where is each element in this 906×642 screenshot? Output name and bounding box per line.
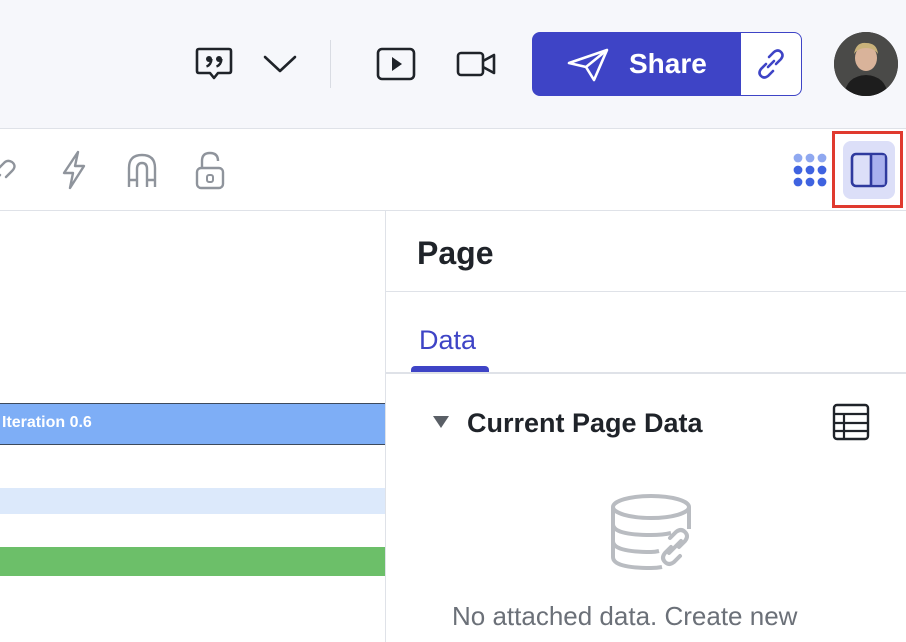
unlock-icon: [195, 151, 225, 190]
apps-grid-button[interactable]: [786, 147, 834, 193]
timeline-row-green[interactable]: [0, 547, 385, 576]
paper-plane-icon: [567, 48, 609, 82]
tab-data[interactable]: Data: [411, 315, 489, 373]
video-camera-icon: [456, 51, 496, 77]
link-icon: [758, 49, 784, 79]
panel-toggle-button[interactable]: [843, 141, 895, 199]
tabs-divider: [386, 372, 906, 374]
iteration-bar[interactable]: Iteration 0.6: [0, 403, 385, 445]
share-button-group: Share: [532, 32, 802, 96]
magnet-icon: [127, 153, 157, 187]
triangle-down-icon: [433, 416, 449, 428]
database-link-icon: [609, 491, 699, 582]
chevron-down-icon: [263, 55, 297, 73]
timeline-row-light[interactable]: [0, 488, 385, 514]
lightning-tool[interactable]: [56, 149, 92, 191]
lightning-icon: [62, 150, 86, 190]
present-button[interactable]: [372, 44, 420, 84]
canvas-toolbar: [0, 129, 906, 211]
properties-panel: Page Data Current Page Data No attached …: [385, 211, 906, 642]
share-button[interactable]: Share: [533, 33, 740, 95]
iteration-bar-label: Iteration 0.6: [2, 414, 92, 431]
top-header: Share: [0, 0, 906, 129]
link-tool[interactable]: [0, 151, 26, 191]
link-icon: [0, 159, 16, 179]
share-label: Share: [629, 48, 707, 79]
avatar[interactable]: [834, 32, 898, 96]
tab-data-label: Data: [419, 325, 477, 355]
lock-tool[interactable]: [190, 149, 230, 191]
panel-divider: [386, 291, 906, 292]
user-photo-icon: [834, 32, 898, 96]
canvas-area[interactable]: Iteration 0.6: [0, 211, 385, 642]
panel-toggle-highlight: [832, 131, 903, 208]
header-divider: [330, 40, 331, 88]
present-play-icon: [376, 47, 416, 81]
more-options-dropdown[interactable]: [260, 50, 300, 78]
magnet-tool[interactable]: [122, 149, 162, 191]
table-icon: [832, 403, 870, 441]
empty-state-text: No attached data. Create new: [452, 601, 798, 631]
data-table-button[interactable]: [832, 403, 870, 446]
copy-link-button[interactable]: [740, 33, 801, 95]
video-call-button[interactable]: [454, 44, 498, 84]
apps-grid-icon: [793, 153, 827, 187]
section-title: Current Page Data: [467, 408, 703, 438]
comment-quote-button[interactable]: [192, 44, 236, 84]
section-collapse-toggle[interactable]: [432, 415, 450, 434]
panel-title: Page: [417, 235, 494, 271]
panel-toggle-icon: [850, 152, 888, 188]
comment-quote-icon: [195, 47, 233, 80]
